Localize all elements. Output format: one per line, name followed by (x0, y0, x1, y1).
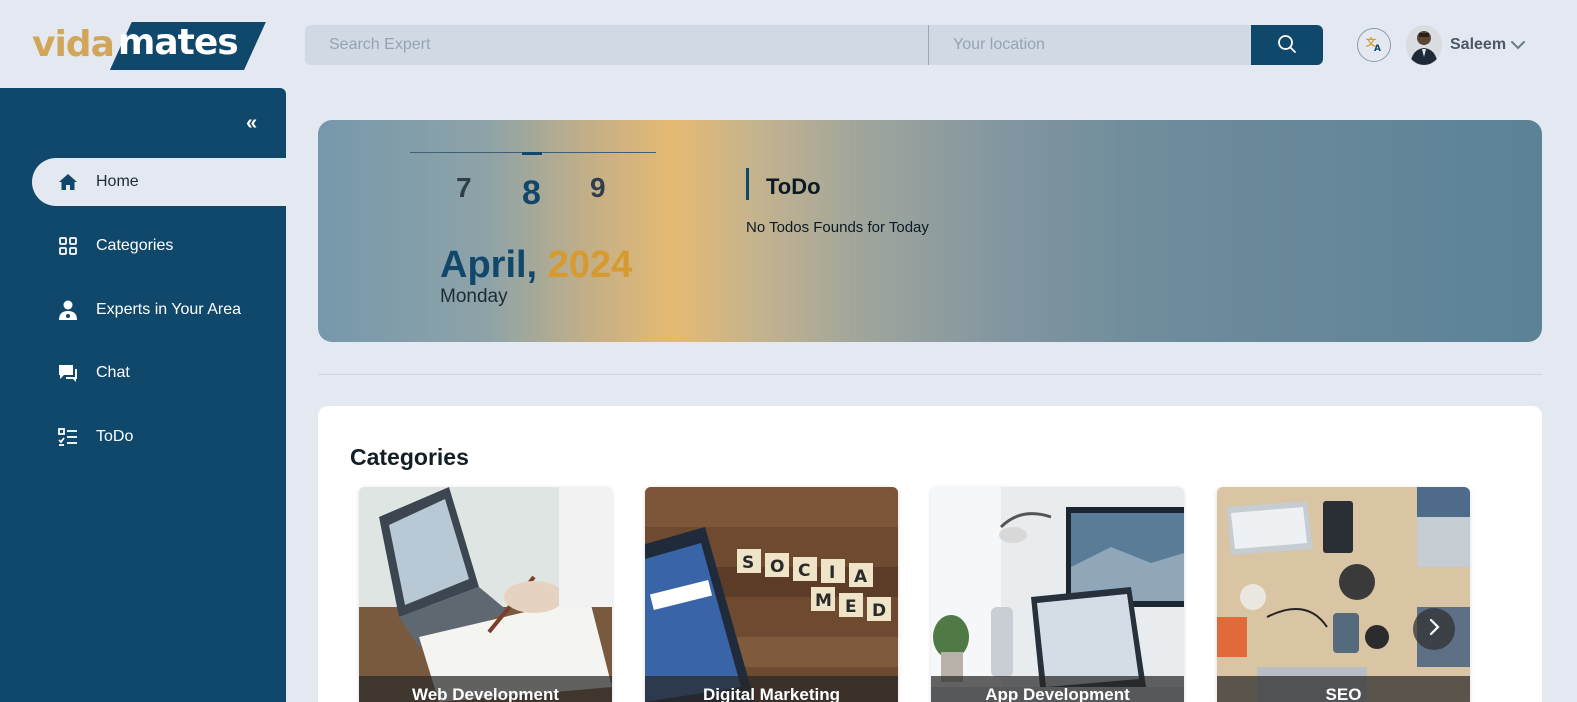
category-card-app-development[interactable]: App Development (931, 487, 1184, 702)
sidebar-item-label: Experts in Your Area (96, 301, 241, 318)
svg-text:C: C (798, 561, 810, 581)
location-input[interactable] (929, 25, 1251, 65)
svg-text:A: A (1374, 44, 1381, 53)
brand-logo[interactable]: vida mates (32, 18, 272, 72)
sidebar-item-categories[interactable]: Categories (32, 222, 286, 270)
date-todo-banner: 7 8 9 April, 2024 Monday ToDo No Todos F… (318, 120, 1542, 342)
sidebar-item-todo[interactable]: ToDo (32, 413, 286, 461)
doctor-icon (56, 298, 80, 322)
section-divider (318, 374, 1542, 375)
category-image (931, 487, 1184, 702)
brand-logo-badge: mates (109, 20, 266, 70)
date-next[interactable]: 9 (590, 172, 606, 204)
date-prev[interactable]: 7 (456, 172, 472, 204)
carousel-next-button[interactable] (1413, 608, 1455, 650)
svg-text:S: S (742, 553, 754, 573)
category-label: SEO (1325, 685, 1362, 702)
svg-text:E: E (845, 597, 857, 617)
month-label: April, (440, 244, 538, 286)
svg-text:O: O (770, 557, 784, 577)
chat-icon (56, 361, 80, 385)
search-expert-input[interactable] (305, 25, 929, 65)
category-image (359, 487, 612, 702)
sidebar-item-label: Categories (96, 237, 174, 254)
search-icon (1277, 34, 1297, 57)
sidebar-item-chat[interactable]: Chat (32, 349, 286, 397)
svg-text:D: D (872, 601, 886, 621)
category-label: Web Development (411, 685, 560, 702)
month-year: April, 2024 (440, 244, 632, 287)
svg-text:I: I (829, 563, 835, 583)
chevron-down-icon[interactable] (1510, 38, 1526, 56)
category-card-seo[interactable]: SEO (1217, 487, 1470, 702)
year-label: 2024 (547, 244, 633, 286)
brand-logo-part2: mates (117, 22, 239, 63)
translate-icon: 文 A (1365, 35, 1383, 56)
home-icon (56, 170, 80, 194)
categories-panel: Categories Web Development S O C I A M E… (318, 406, 1542, 702)
categories-title: Categories (350, 444, 469, 470)
sidebar-item-experts[interactable]: Experts in Your Area (32, 286, 286, 334)
checklist-icon (56, 425, 80, 449)
svg-text:A: A (854, 567, 868, 587)
todo-empty-message: No Todos Founds for Today (746, 219, 929, 236)
current-date-marker (522, 152, 542, 155)
chevron-right-icon (1427, 618, 1441, 641)
category-image (1217, 487, 1470, 702)
todo-title: ToDo (766, 174, 821, 199)
search-button[interactable] (1251, 25, 1323, 65)
category-card-web-development[interactable]: Web Development (359, 487, 612, 702)
todo-accent-bar (746, 168, 749, 200)
weekday-label: Monday (440, 286, 508, 307)
sidebar: « Home Categories Experts in Your Area C… (0, 88, 286, 702)
sidebar-item-label: Chat (96, 364, 130, 381)
date-current[interactable]: 8 (522, 174, 541, 213)
category-card-digital-marketing[interactable]: S O C I A M E D Digital Marketing (645, 487, 898, 702)
category-label: Digital Marketing (703, 685, 840, 702)
grid-icon (56, 234, 80, 258)
avatar[interactable] (1406, 25, 1442, 65)
language-button[interactable]: 文 A (1357, 28, 1391, 62)
svg-text:M: M (815, 591, 832, 611)
search-bar (305, 25, 1323, 65)
category-label: App Development (985, 685, 1130, 702)
category-image: S O C I A M E D (645, 487, 898, 702)
user-name[interactable]: Saleem (1450, 36, 1506, 54)
brand-logo-part1: vida (32, 23, 115, 65)
sidebar-item-label: ToDo (96, 428, 134, 445)
collapse-sidebar-button[interactable]: « (246, 112, 257, 135)
sidebar-item-label: Home (96, 173, 139, 190)
sidebar-item-home[interactable]: Home (32, 158, 286, 206)
